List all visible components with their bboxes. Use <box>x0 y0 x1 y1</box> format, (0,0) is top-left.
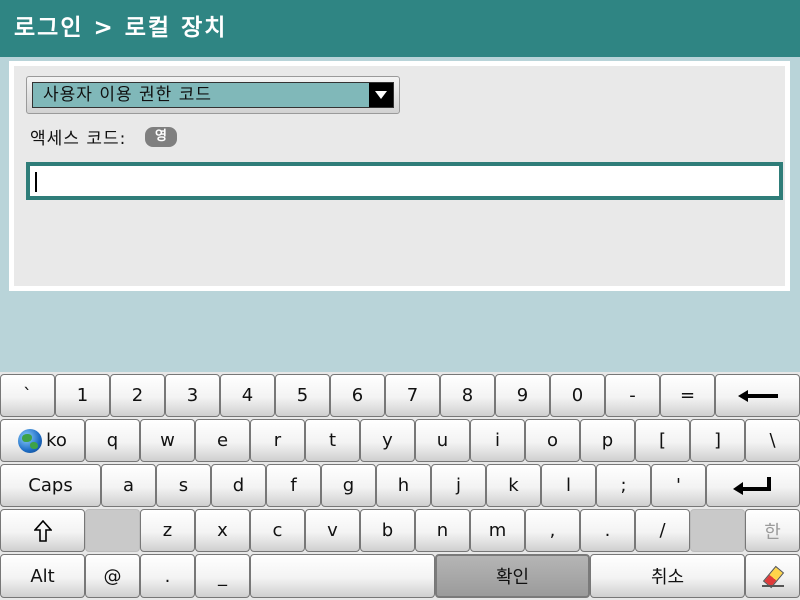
shift-key[interactable] <box>0 509 85 552</box>
space-key[interactable] <box>250 554 435 598</box>
key-e[interactable]: e <box>195 419 250 462</box>
input-mode-badge: 영 <box>145 127 177 147</box>
key-j[interactable]: j <box>431 464 486 507</box>
key-f[interactable]: f <box>266 464 321 507</box>
globe-icon <box>18 428 43 453</box>
key-q[interactable]: q <box>85 419 140 462</box>
key-s[interactable]: s <box>156 464 211 507</box>
clear-button[interactable] <box>745 554 800 598</box>
access-type-dropdown[interactable]: 사용자 이용 권한 코드 <box>26 76 400 114</box>
key-8[interactable]: 8 <box>440 374 495 417</box>
key-left-bracket[interactable]: [ <box>635 419 690 462</box>
key-u[interactable]: u <box>415 419 470 462</box>
cancel-button[interactable]: 취소 <box>590 554 745 598</box>
key-semicolon[interactable]: ; <box>596 464 651 507</box>
key-v[interactable]: v <box>305 509 360 552</box>
key-z[interactable]: z <box>140 509 195 552</box>
key-6[interactable]: 6 <box>330 374 385 417</box>
key-c[interactable]: c <box>250 509 305 552</box>
key-g[interactable]: g <box>321 464 376 507</box>
key-0[interactable]: 0 <box>550 374 605 417</box>
login-panel-body: 사용자 이용 권한 코드 액세스 코드: 영 <box>14 66 785 286</box>
key-p[interactable]: p <box>580 419 635 462</box>
caps-lock-key[interactable]: Caps <box>0 464 101 507</box>
confirm-button[interactable]: 확인 <box>435 554 590 598</box>
key-b[interactable]: b <box>360 509 415 552</box>
key-l[interactable]: l <box>541 464 596 507</box>
key-apostrophe[interactable]: ' <box>651 464 706 507</box>
access-type-field[interactable]: 사용자 이용 권한 코드 <box>32 82 394 108</box>
key-minus[interactable]: - <box>605 374 660 417</box>
key-1[interactable]: 1 <box>55 374 110 417</box>
key-a[interactable]: a <box>101 464 156 507</box>
key-7[interactable]: 7 <box>385 374 440 417</box>
enter-key[interactable] <box>706 464 800 507</box>
key-comma[interactable]: , <box>525 509 580 552</box>
backspace-key[interactable] <box>715 374 800 417</box>
key-equals[interactable]: = <box>660 374 715 417</box>
alt-key[interactable]: Alt <box>0 554 85 598</box>
key-x[interactable]: x <box>195 509 250 552</box>
enter-arrow-icon <box>733 476 771 495</box>
blank-key-right <box>690 509 745 552</box>
key-4[interactable]: 4 <box>220 374 275 417</box>
key-backslash[interactable]: \ <box>745 419 800 462</box>
key-n[interactable]: n <box>415 509 470 552</box>
blank-key-left <box>85 509 140 552</box>
key-right-bracket[interactable]: ] <box>690 419 745 462</box>
key-dot[interactable]: . <box>140 554 195 598</box>
key-at[interactable]: @ <box>85 554 140 598</box>
access-code-input[interactable] <box>26 162 783 200</box>
hangul-key[interactable]: 한 <box>745 509 800 552</box>
key-o[interactable]: o <box>525 419 580 462</box>
key-y[interactable]: y <box>360 419 415 462</box>
key-d[interactable]: d <box>211 464 266 507</box>
access-type-value: 사용자 이용 권한 코드 <box>43 85 212 105</box>
key-2[interactable]: 2 <box>110 374 165 417</box>
access-code-label: 액세스 코드: <box>30 129 127 149</box>
key-period[interactable]: . <box>580 509 635 552</box>
key-9[interactable]: 9 <box>495 374 550 417</box>
key-backtick[interactable]: ` <box>0 374 55 417</box>
language-toggle-key[interactable]: ko <box>0 419 85 462</box>
page-title: 로그인 > 로컬 장치 <box>0 0 800 57</box>
dropdown-arrow-button[interactable] <box>369 83 393 107</box>
key-r[interactable]: r <box>250 419 305 462</box>
key-5[interactable]: 5 <box>275 374 330 417</box>
key-slash[interactable]: / <box>635 509 690 552</box>
left-arrow-icon <box>737 389 778 402</box>
key-3[interactable]: 3 <box>165 374 220 417</box>
chevron-down-icon <box>375 91 387 99</box>
eraser-icon <box>761 565 784 587</box>
key-t[interactable]: t <box>305 419 360 462</box>
on-screen-keyboard: ` 1 2 3 4 5 6 7 8 9 0 - = ko q w e r t y… <box>0 372 800 600</box>
key-k[interactable]: k <box>486 464 541 507</box>
key-m[interactable]: m <box>470 509 525 552</box>
login-panel: 사용자 이용 권한 코드 액세스 코드: 영 <box>9 61 790 291</box>
key-underscore[interactable]: _ <box>195 554 250 598</box>
key-w[interactable]: w <box>140 419 195 462</box>
key-i[interactable]: i <box>470 419 525 462</box>
text-caret <box>35 172 37 192</box>
shift-arrow-icon <box>33 519 52 542</box>
key-h[interactable]: h <box>376 464 431 507</box>
